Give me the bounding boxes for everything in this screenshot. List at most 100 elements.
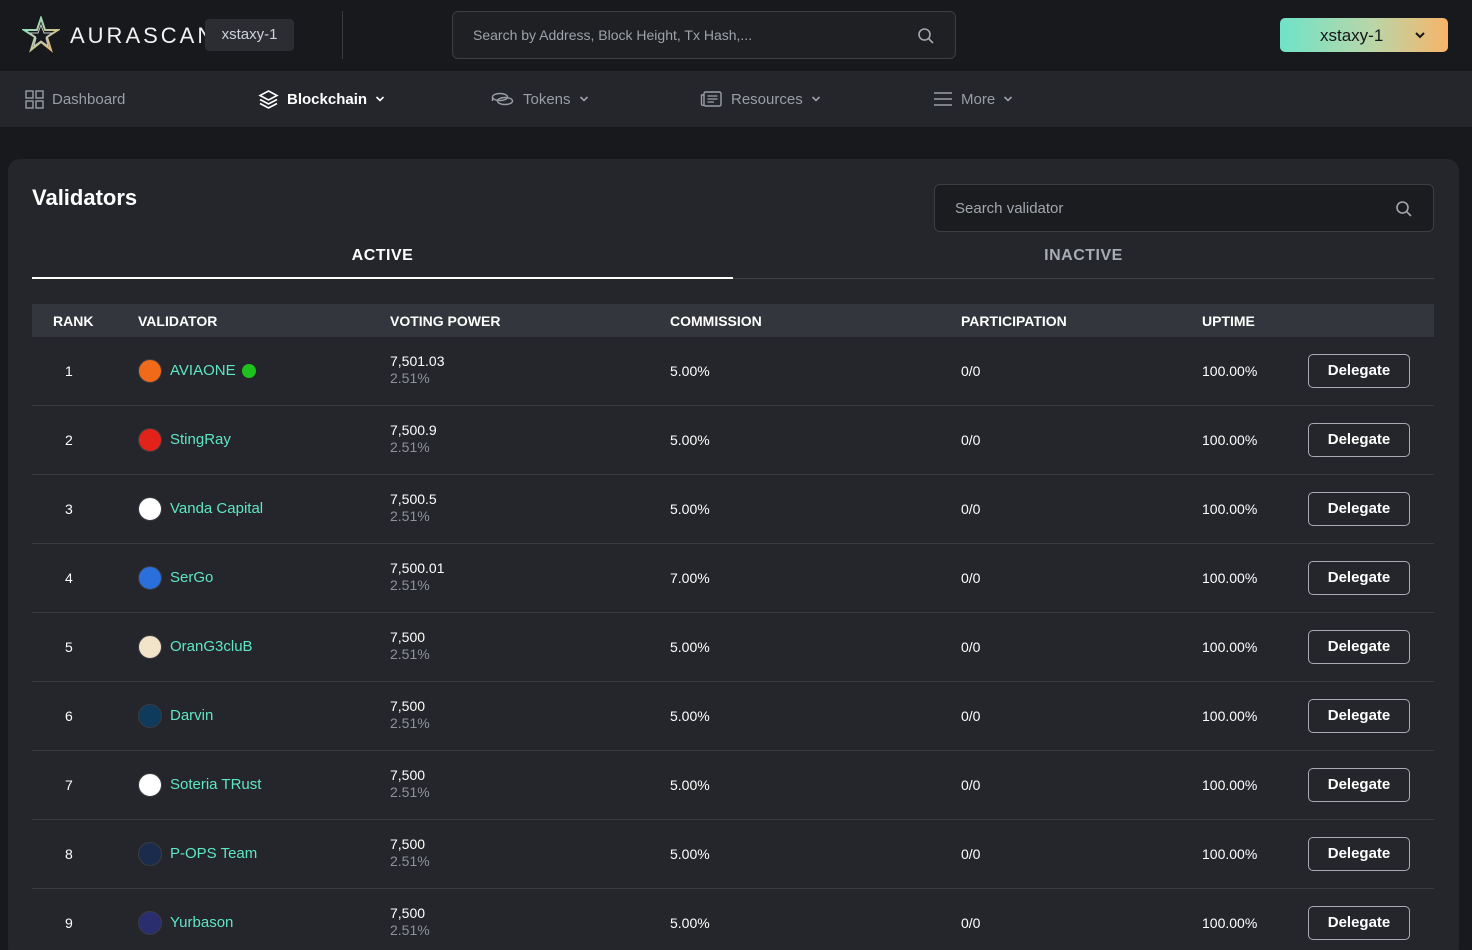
network-select[interactable]: xstaxy-1 — [1280, 18, 1448, 52]
voting-power-cell: 7,500 2.51% — [390, 767, 430, 801]
voting-power-value: 7,500.5 — [390, 491, 437, 507]
validator-name-link[interactable]: Vanda Capital — [170, 500, 263, 517]
global-search[interactable] — [452, 11, 956, 59]
voting-power-percent: 2.51% — [390, 922, 430, 938]
header-uptime: UPTIME — [1202, 313, 1255, 329]
commission-cell: 5.00% — [670, 846, 710, 862]
validator-name-link[interactable]: Darvin — [170, 707, 213, 724]
delegate-button[interactable]: Delegate — [1308, 561, 1410, 595]
delegate-button[interactable]: Delegate — [1308, 423, 1410, 457]
nav-blockchain-label: Blockchain — [287, 90, 368, 108]
tab-active[interactable]: ACTIVE — [32, 247, 733, 279]
validator-search[interactable] — [934, 184, 1434, 232]
validator-avatar — [138, 704, 162, 728]
rank-cell: 9 — [65, 915, 73, 931]
participation-cell: 0/0 — [961, 363, 981, 379]
delegate-button[interactable]: Delegate — [1308, 354, 1410, 388]
nav-resources-label: Resources — [731, 90, 803, 108]
uptime-cell: 100.00% — [1202, 570, 1258, 586]
nav-tokens[interactable]: Tokens — [491, 71, 589, 127]
rank-cell: 5 — [65, 639, 73, 655]
header-divider — [342, 11, 343, 59]
nav-dashboard[interactable]: Dashboard — [25, 71, 125, 127]
voting-power-cell: 7,500.01 2.51% — [390, 560, 445, 594]
main-nav: Dashboard Blockchain Tokens Resources Mo… — [0, 71, 1472, 127]
voting-power-percent: 2.51% — [390, 646, 430, 662]
validator-name-link[interactable]: Soteria TRust — [170, 776, 261, 793]
search-icon[interactable] — [1395, 200, 1413, 218]
commission-cell: 5.00% — [670, 501, 710, 517]
delegate-button[interactable]: Delegate — [1308, 630, 1410, 664]
uptime-cell: 100.00% — [1202, 432, 1258, 448]
voting-power-value: 7,500 — [390, 629, 426, 645]
delegate-button[interactable]: Delegate — [1308, 699, 1410, 733]
commission-cell: 5.00% — [670, 639, 710, 655]
voting-power-cell: 7,500.5 2.51% — [390, 491, 437, 525]
validator-name-link[interactable]: AVIAONE — [170, 362, 236, 379]
validator-name-link[interactable]: StingRay — [170, 431, 231, 448]
uptime-cell: 100.00% — [1202, 846, 1258, 862]
voting-power-percent: 2.51% — [390, 784, 430, 800]
validator-avatar — [138, 497, 162, 521]
delegate-button[interactable]: Delegate — [1308, 837, 1410, 871]
rank-cell: 4 — [65, 570, 73, 586]
participation-cell: 0/0 — [961, 570, 981, 586]
header-rank: RANK — [53, 313, 94, 329]
delegate-button[interactable]: Delegate — [1308, 768, 1410, 802]
nav-dashboard-label: Dashboard — [52, 90, 126, 108]
validator-search-input[interactable] — [935, 185, 1433, 231]
voting-power-percent: 2.51% — [390, 715, 430, 731]
uptime-cell: 100.00% — [1202, 501, 1258, 517]
table-row: 5 OranG3cluB 7,500 2.51% 5.00% 0/0 100.00% Dele… — [32, 613, 1434, 682]
voting-power-percent: 2.51% — [390, 439, 430, 455]
aurascan-logo-icon[interactable] — [22, 16, 60, 54]
delegate-button[interactable]: Delegate — [1308, 906, 1410, 940]
menu-icon — [934, 92, 952, 106]
rank-cell: 3 — [65, 501, 73, 517]
brand-name[interactable]: AURASCAN — [70, 23, 216, 49]
validator-avatar — [138, 428, 162, 452]
commission-cell: 5.00% — [670, 915, 710, 931]
validator-avatar — [138, 566, 162, 590]
newspaper-icon — [700, 91, 722, 107]
table-row: 9 Yurbason 7,500 2.51% 5.00% 0/0 100.00% Delega… — [32, 889, 1434, 950]
table-row: 6 Darvin 7,500 2.51% 5.00% 0/0 100.00% Delegate — [32, 682, 1434, 751]
tab-inactive[interactable]: INACTIVE — [733, 247, 1434, 279]
header-voting-power: VOTING POWER — [390, 313, 501, 329]
nav-more[interactable]: More — [933, 71, 1013, 127]
voting-power-cell: 7,500.9 2.51% — [390, 422, 437, 456]
voting-power-value: 7,500.01 — [390, 560, 445, 576]
uptime-cell: 100.00% — [1202, 777, 1258, 793]
chevron-down-icon — [579, 96, 588, 102]
search-icon[interactable] — [917, 27, 935, 45]
validator-name-link[interactable]: SerGo — [170, 569, 213, 586]
voting-power-cell: 7,500 2.51% — [390, 698, 430, 732]
voting-power-value: 7,501.03 — [390, 353, 445, 369]
participation-cell: 0/0 — [961, 846, 981, 862]
validator-avatar — [138, 635, 162, 659]
validator-name-link[interactable]: Yurbason — [170, 914, 233, 931]
delegate-button[interactable]: Delegate — [1308, 492, 1410, 526]
nav-resources[interactable]: Resources — [700, 71, 821, 127]
chevron-down-icon — [1415, 32, 1425, 39]
participation-cell: 0/0 — [961, 915, 981, 931]
voting-power-percent: 2.51% — [390, 370, 430, 386]
validator-name-link[interactable]: P-OPS Team — [170, 845, 257, 862]
voting-power-value: 7,500 — [390, 767, 426, 783]
validator-avatar — [138, 911, 162, 935]
global-search-input[interactable] — [453, 12, 955, 58]
participation-cell: 0/0 — [961, 501, 981, 517]
grid-icon — [25, 89, 44, 109]
voting-power-value: 7,500 — [390, 905, 426, 921]
table-row: 2 StingRay 7,500.9 2.51% 5.00% 0/0 100.00% Dele… — [32, 406, 1434, 475]
online-status-dot — [242, 364, 256, 378]
commission-cell: 5.00% — [670, 363, 710, 379]
uptime-cell: 100.00% — [1202, 915, 1258, 931]
network-badge: xstaxy-1 — [205, 19, 294, 51]
validator-avatar — [138, 773, 162, 797]
table-row: 4 SerGo 7,500.01 2.51% 7.00% 0/0 100.00% Delega… — [32, 544, 1434, 613]
voting-power-percent: 2.51% — [390, 853, 430, 869]
nav-blockchain[interactable]: Blockchain — [258, 71, 385, 127]
rank-cell: 2 — [65, 432, 73, 448]
validator-name-link[interactable]: OranG3cluB — [170, 638, 253, 655]
